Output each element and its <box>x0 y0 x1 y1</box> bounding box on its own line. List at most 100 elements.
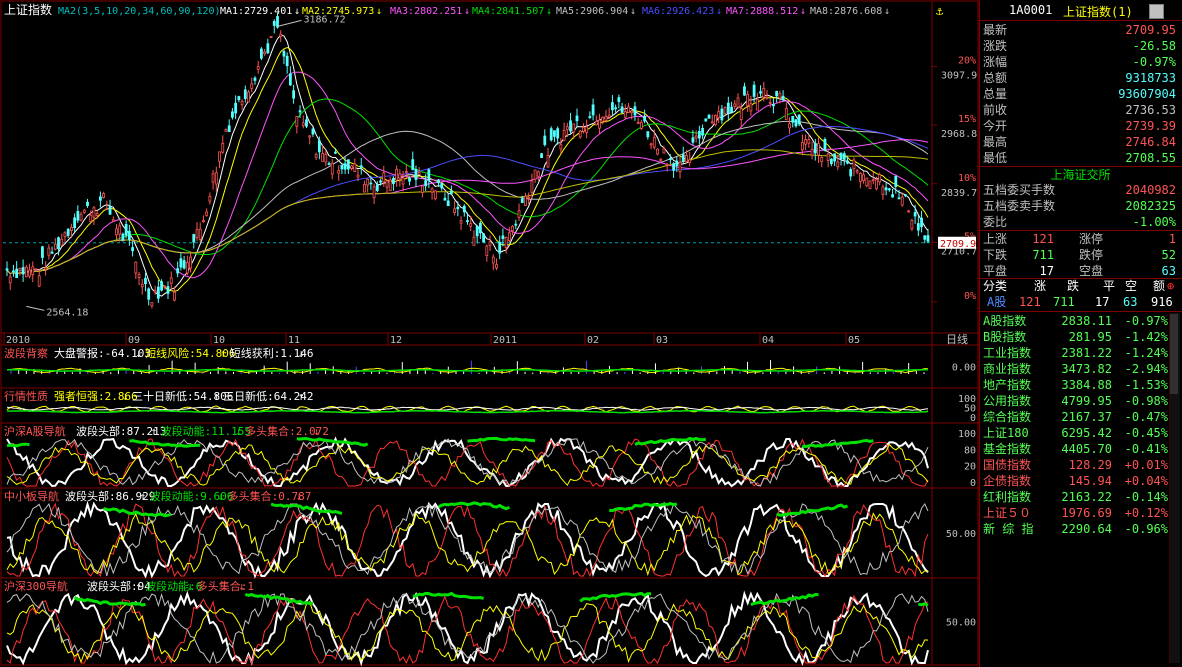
candle-body <box>353 163 357 172</box>
quote-scrollbar-thumb[interactable] <box>1170 314 1178 394</box>
candle-body <box>137 273 141 278</box>
candle-body <box>76 211 80 221</box>
index-row[interactable]: 工业指数 2381.22 -1.24% <box>979 345 1182 361</box>
candle-body <box>578 130 582 138</box>
candle-body <box>134 261 138 274</box>
index-row[interactable]: 企债指数 145.94 +0.04% <box>979 473 1182 489</box>
candle-body <box>788 123 791 129</box>
candle-body <box>633 106 637 116</box>
candle-body <box>726 102 730 114</box>
candle-body <box>778 93 782 99</box>
candle-body <box>202 220 205 222</box>
panel-indicator-arrow: ↓ <box>296 490 303 503</box>
candle-body <box>540 153 543 158</box>
y-tick-label-pct: 0% <box>964 291 976 302</box>
candle-body <box>469 223 473 227</box>
index-row[interactable]: 公用指数 4799.95 -0.98% <box>979 393 1182 409</box>
candle-body <box>678 161 682 173</box>
candle-body <box>891 194 894 198</box>
candle-body <box>53 243 57 250</box>
candle-body <box>569 120 572 132</box>
panel-axis-label: 50.00 <box>946 529 976 540</box>
index-row[interactable]: 上证180 6295.42 -0.45% <box>979 425 1182 441</box>
candle-body <box>346 159 350 170</box>
candle-body <box>5 268 9 271</box>
candle-body <box>466 220 469 222</box>
candle-body <box>820 157 824 163</box>
index-row[interactable]: A股指数 2838.11 -0.97% <box>979 313 1182 329</box>
candle-body <box>382 172 386 183</box>
index-name: 公用指数 <box>983 394 1032 408</box>
quote-row: 前收 2736.53 <box>979 102 1182 118</box>
index-row[interactable]: 国债指数 128.29 +0.01% <box>979 457 1182 473</box>
candle-body <box>231 111 234 118</box>
breadth-value: 121 <box>1032 232 1054 246</box>
quote-menu-button[interactable] <box>1149 4 1164 19</box>
candle-body <box>926 235 930 242</box>
candle-body <box>240 101 244 106</box>
index-change: -0.14% <box>1124 490 1168 504</box>
candle-body <box>533 169 537 180</box>
candle-body <box>185 261 189 274</box>
category-name: A股 <box>987 295 1007 309</box>
quote-row-label: 总量 <box>983 87 1008 101</box>
index-row[interactable]: 上证５０ 1976.69 +0.12% <box>979 505 1182 521</box>
candle-body <box>424 180 428 187</box>
panel-indicator-arrow: ↓ <box>298 347 305 360</box>
anchor-icon[interactable]: ⚓ <box>936 4 944 18</box>
book-row: 五档委买手数 2040982 <box>979 182 1182 198</box>
breadth-label: 空盘 <box>1079 264 1104 278</box>
candle-body <box>163 285 167 288</box>
breadth-label: 平盘 <box>983 264 1008 278</box>
index-name: B股指数 <box>983 330 1027 344</box>
index-row[interactable]: 红利指数 2163.22 -0.14% <box>979 489 1182 505</box>
candle-body <box>282 51 286 57</box>
x-axis-label: 05 <box>848 335 860 346</box>
candle-body <box>443 197 447 201</box>
quote-row-label: 涨跌 <box>983 39 1008 53</box>
ma-line-2 <box>6 46 929 292</box>
candle-body <box>829 158 833 165</box>
candle-body <box>298 110 302 113</box>
candle-body <box>433 190 437 200</box>
candle-body <box>305 119 308 127</box>
candle-body <box>907 210 911 213</box>
candle-body <box>472 236 476 246</box>
index-name: A股指数 <box>983 314 1027 328</box>
candle-body <box>375 184 379 191</box>
candle-body <box>369 182 373 185</box>
candle-body <box>875 179 878 190</box>
index-row[interactable]: B股指数 281.95 -1.42% <box>979 329 1182 345</box>
ma-arrow: ↓ <box>716 6 722 17</box>
index-name: 企债指数 <box>983 474 1032 488</box>
index-row[interactable]: 地产指数 3384.88 -1.53% <box>979 377 1182 393</box>
chart-area[interactable]: 3097.920%2968.815%2839.710%2710.75%0%270… <box>0 0 979 667</box>
candle-body <box>144 277 147 285</box>
index-row[interactable]: 综合指数 2167.37 -0.47% <box>979 409 1182 425</box>
index-name: 上证５０ <box>983 506 1032 520</box>
add-icon[interactable]: ⊕ <box>1167 278 1174 294</box>
panel-axis-label: 100 <box>958 429 976 440</box>
candle-body <box>839 152 843 160</box>
index-row[interactable]: 商业指数 3473.82 -2.94% <box>979 361 1182 377</box>
quote-row-value: 9318733 <box>1125 71 1176 85</box>
panel-axis-label: 50.00 <box>946 618 976 629</box>
candle-body <box>833 153 837 162</box>
ma-value-label: MA4:2841.507 <box>472 6 544 17</box>
panel-title: 中小板导航 <box>4 489 59 503</box>
x-axis-label: 2011 <box>493 335 517 346</box>
index-value: 2290.64 <box>1061 522 1112 536</box>
candle-body <box>82 209 86 213</box>
candle-body <box>44 267 48 270</box>
candle-body <box>430 188 434 193</box>
index-row[interactable]: 新 综 指 2290.64 -0.96% <box>979 521 1182 537</box>
index-row[interactable]: 基金指数 4405.70 -0.41% <box>979 441 1182 457</box>
candle-body <box>556 128 560 139</box>
candle-body <box>495 264 498 269</box>
index-value: 2167.37 <box>1061 410 1112 424</box>
candle-body <box>511 225 514 232</box>
candle-body <box>855 170 859 173</box>
candle-body <box>733 103 737 107</box>
ma-value-label: MA6:2926.423 <box>642 6 714 17</box>
candle-body <box>449 190 453 194</box>
